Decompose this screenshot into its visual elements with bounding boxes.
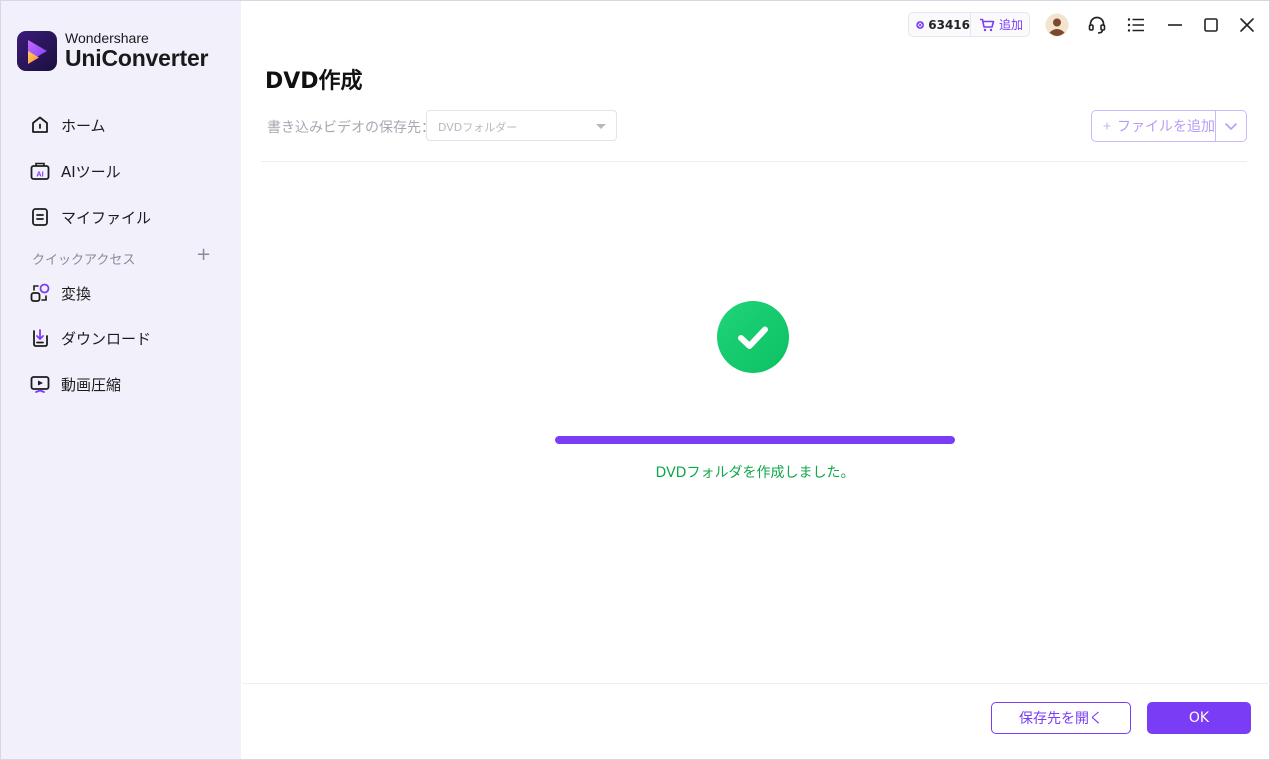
caret-down-icon	[596, 124, 606, 129]
page-title: DVD作成	[265, 69, 363, 94]
download-icon	[29, 327, 51, 349]
sidebar-item-compress[interactable]: 動画圧縮	[29, 372, 121, 396]
sidebar-item-convert[interactable]: 変換	[29, 281, 91, 305]
headset-icon[interactable]	[1085, 13, 1109, 37]
destination-select[interactable]: DVDフォルダー	[426, 110, 617, 141]
buy-points-button[interactable]: 追加	[971, 13, 1023, 36]
close-icon[interactable]	[1235, 13, 1259, 37]
ok-button[interactable]: OK	[1147, 702, 1251, 734]
content-divider	[261, 161, 1247, 162]
sidebar-item-label: ホーム	[61, 116, 106, 135]
sidebar-item-my-files[interactable]: マイファイル	[29, 205, 151, 229]
menu-icon[interactable]	[1124, 13, 1148, 37]
status-message: DVDフォルダを作成しました。	[655, 465, 855, 481]
add-file-split-button: ファイルを追加	[1091, 110, 1247, 142]
coin-icon	[916, 20, 924, 29]
progress-fill	[555, 436, 955, 444]
points-purchase-box: 63416 追加	[908, 12, 1030, 37]
destination-label: 書き込みビデオの保存先：	[267, 120, 435, 136]
add-file-button[interactable]: ファイルを追加	[1092, 111, 1216, 141]
destination-value: DVDフォルダー	[438, 121, 518, 134]
svg-text:AI: AI	[36, 170, 44, 179]
points-count: 63416	[928, 17, 970, 32]
brand-name: UniConverter	[65, 45, 209, 71]
progress-bar	[555, 436, 955, 444]
minimize-icon[interactable]	[1163, 13, 1187, 37]
account-avatar[interactable]	[1045, 13, 1069, 37]
quick-access-label: クイックアクセス	[32, 253, 136, 268]
open-destination-button[interactable]: 保存先を開く	[991, 702, 1131, 734]
compress-icon	[29, 373, 51, 395]
sidebar-item-label: AIツール	[61, 162, 121, 181]
maximize-icon[interactable]	[1199, 13, 1223, 37]
sidebar-item-ai-tools[interactable]: AI AIツール	[29, 159, 121, 183]
app-logo	[17, 31, 57, 71]
ai-tools-icon: AI	[29, 160, 51, 182]
buy-points-label: 追加	[999, 18, 1024, 32]
add-quick-access-button[interactable]: +	[196, 246, 211, 264]
brand: Wondershare UniConverter	[17, 31, 208, 71]
add-file-label: ファイルを追加	[1117, 119, 1215, 135]
sidebar-item-label: 動画圧縮	[61, 375, 122, 394]
footer-divider	[242, 683, 1270, 684]
success-check-icon	[717, 301, 789, 373]
sidebar-item-label: 変換	[61, 284, 92, 303]
add-file-dropdown[interactable]	[1216, 111, 1246, 141]
brand-top-text: Wondershare	[65, 30, 149, 46]
chevron-down-icon	[1225, 123, 1237, 130]
sidebar-item-label: ダウンロード	[61, 329, 152, 348]
plus-icon	[1103, 122, 1111, 130]
my-files-icon	[29, 206, 51, 228]
home-icon	[29, 114, 51, 136]
cart-icon	[980, 18, 995, 31]
points-balance[interactable]: 63416	[909, 13, 971, 36]
convert-icon	[29, 282, 51, 304]
app-window: Wondershare UniConverter ホーム AI AIツール マイ…	[0, 0, 1270, 760]
sidebar: Wondershare UniConverter ホーム AI AIツール マイ…	[1, 1, 241, 759]
sidebar-item-download[interactable]: ダウンロード	[29, 326, 151, 350]
sidebar-item-label: マイファイル	[61, 208, 152, 227]
sidebar-item-home[interactable]: ホーム	[29, 113, 106, 137]
